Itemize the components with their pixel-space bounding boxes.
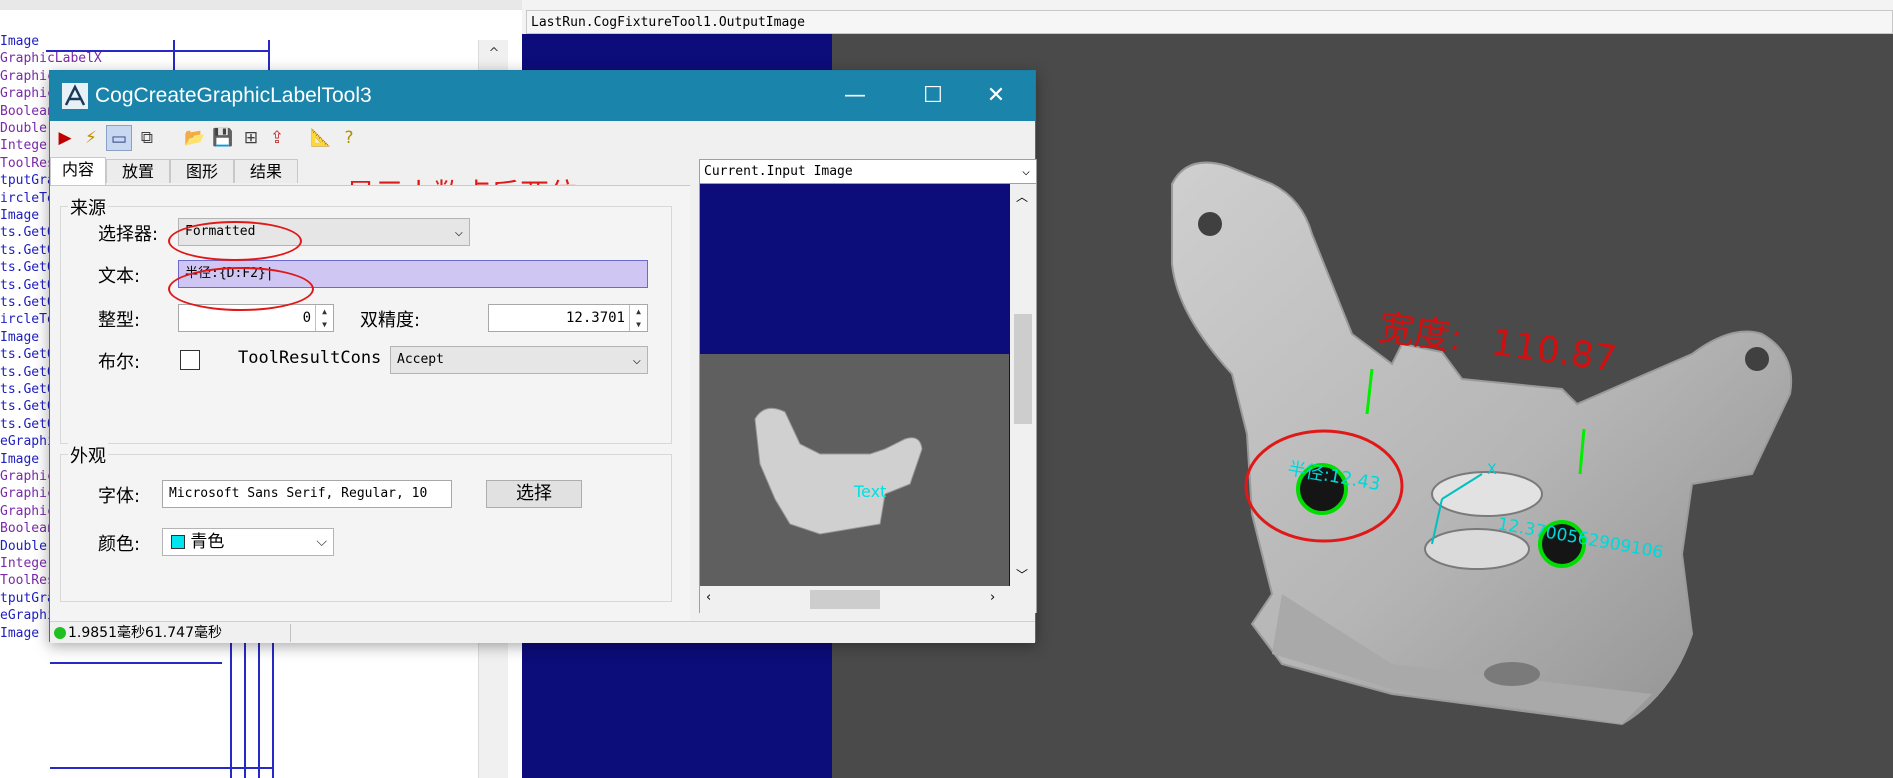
tree-connector — [272, 640, 274, 778]
integer-label: 整型: — [98, 310, 141, 331]
scroll-left-arrow-icon[interactable]: ‹ — [706, 590, 711, 605]
preview-image[interactable]: Text — [700, 354, 1009, 586]
double-value: 12.3701 — [565, 310, 625, 326]
measure-icon[interactable]: 📐 — [308, 125, 334, 151]
part-hole-top-right — [1745, 347, 1769, 371]
toolresult-dropdown[interactable]: Accept ⌵ — [390, 346, 648, 374]
tree-item[interactable]: Image — [0, 624, 39, 644]
tree-connector — [50, 662, 222, 664]
tab-placement[interactable]: 放置 — [106, 159, 170, 183]
color-value: 青色 — [190, 532, 225, 552]
chevron-down-icon: ⌵ — [632, 352, 641, 368]
tab-graphic[interactable]: 图形 — [170, 159, 234, 183]
tree-connector — [230, 640, 232, 778]
preview-vscroll-thumb[interactable] — [1014, 314, 1032, 424]
part-hole-top-left — [1198, 212, 1222, 236]
graphics-icon[interactable]: ⧉ — [134, 125, 160, 151]
create-graphic-label-dialog: CogCreateGraphicLabelTool3 — ☐ ✕ ▶ ⚡ ▭ ⧉… — [49, 70, 1037, 643]
selector-label: 选择器: — [98, 224, 159, 245]
appearance-group — [60, 454, 672, 602]
content-tab-panel: 来源 选择器: Formatted ⌵ 文本: 半径:{D:F2}| 整型: 0… — [50, 185, 690, 625]
color-label: 颜色: — [98, 534, 141, 555]
preview-overlay-text: Text — [853, 482, 886, 501]
double-label: 双精度: — [360, 310, 421, 331]
tree-connector — [50, 767, 274, 769]
tree-icon[interactable]: ⊞ — [238, 125, 264, 151]
preview-vscrollbar[interactable]: ︿ ﹀ — [1010, 184, 1036, 586]
tab-content[interactable]: 内容 — [50, 157, 106, 185]
annotation-ellipse-selector — [168, 221, 302, 261]
integer-value: 0 — [302, 310, 311, 326]
open-icon[interactable]: 📂 — [182, 125, 208, 151]
status-indicator-icon — [54, 627, 66, 639]
preview-title: Current.Input Image — [704, 164, 853, 179]
preview-part-shape — [754, 407, 923, 535]
import-icon[interactable]: ⇪ — [264, 125, 290, 151]
scroll-down-arrow-icon[interactable]: ﹀ — [1016, 566, 1028, 583]
text-label: 文本: — [98, 266, 141, 287]
scroll-up-arrow-icon[interactable]: ︿ — [1016, 188, 1028, 205]
boolean-label: 布尔: — [98, 352, 141, 373]
chevron-down-icon: ⌵ — [1022, 164, 1030, 179]
preview-hscrollbar[interactable]: ‹ › — [700, 586, 1036, 613]
tree-connector — [258, 640, 260, 778]
dialog-title: CogCreateGraphicLabelTool3 — [95, 84, 372, 107]
dialog-titlebar[interactable]: CogCreateGraphicLabelTool3 — ☐ ✕ — [50, 71, 1035, 121]
stepper-arrows-icon[interactable]: ▲ ▼ — [629, 305, 647, 331]
help-icon[interactable]: ? — [336, 125, 362, 151]
source-group-title: 来源 — [68, 194, 108, 220]
toolresult-value: Accept — [397, 352, 444, 367]
tree-connector — [46, 50, 270, 52]
choose-font-button[interactable]: 选择 — [486, 480, 582, 508]
dialog-statusbar: 1.9851毫秒61.747毫秒 — [50, 621, 1035, 643]
preview-part-graphic: Text — [754, 407, 923, 535]
font-label: 字体: — [98, 486, 141, 507]
chevron-down-icon: ⌵ — [316, 534, 327, 550]
axis-label-x: X — [1487, 462, 1497, 478]
metal-part — [1171, 161, 1793, 726]
appearance-group-title: 外观 — [68, 442, 108, 468]
preview-image-pane: Current.Input Image ⌵ Text ︿ ﹀ ‹ › — [699, 159, 1037, 613]
edit-icon[interactable]: ⚡ — [78, 125, 104, 151]
image-window-title: LastRun.CogFixtureTool1.OutputImage — [526, 10, 1893, 34]
scroll-right-arrow-icon[interactable]: › — [990, 590, 995, 605]
show-icon[interactable]: ▭ — [106, 125, 132, 151]
double-stepper[interactable]: 12.3701 ▲ ▼ — [488, 304, 648, 332]
color-dropdown[interactable]: 青色 ⌵ — [162, 528, 334, 556]
status-timing-text: 1.9851毫秒61.747毫秒 — [68, 625, 222, 641]
toolresult-label: ToolResultCons — [238, 348, 382, 368]
tree-top-strip — [0, 0, 522, 10]
run-icon[interactable]: ▶ — [52, 125, 78, 151]
minimize-button[interactable]: — — [816, 71, 894, 121]
preview-source-dropdown[interactable]: Current.Input Image ⌵ — [700, 160, 1036, 184]
tree-connector — [244, 640, 246, 778]
dialog-toolbar: ▶ ⚡ ▭ ⧉ 📂 💾 ⊞ ⇪ 📐 ? — [50, 121, 1035, 155]
close-button[interactable]: ✕ — [957, 71, 1035, 121]
overlay-width-label: 宽度: — [1376, 307, 1465, 359]
boolean-checkbox[interactable] — [180, 350, 200, 370]
color-swatch-icon — [171, 535, 185, 549]
overlay-width-value: 110.87 — [1489, 322, 1619, 380]
tab-results[interactable]: 结果 — [234, 159, 298, 183]
preview-hscroll-thumb[interactable] — [810, 590, 880, 609]
chevron-down-icon: ⌵ — [454, 224, 463, 240]
annotation-ellipse-text — [168, 267, 314, 311]
font-field[interactable]: Microsoft Sans Serif, Regular, 10 — [162, 480, 452, 508]
save-icon[interactable]: 💾 — [210, 125, 236, 151]
status-divider — [290, 624, 291, 642]
cognex-app-icon — [62, 83, 88, 109]
scroll-up-arrow-icon[interactable]: ^ — [479, 40, 509, 68]
stepper-arrows-icon[interactable]: ▲ ▼ — [315, 305, 333, 331]
part-hole-bottom — [1484, 662, 1540, 686]
